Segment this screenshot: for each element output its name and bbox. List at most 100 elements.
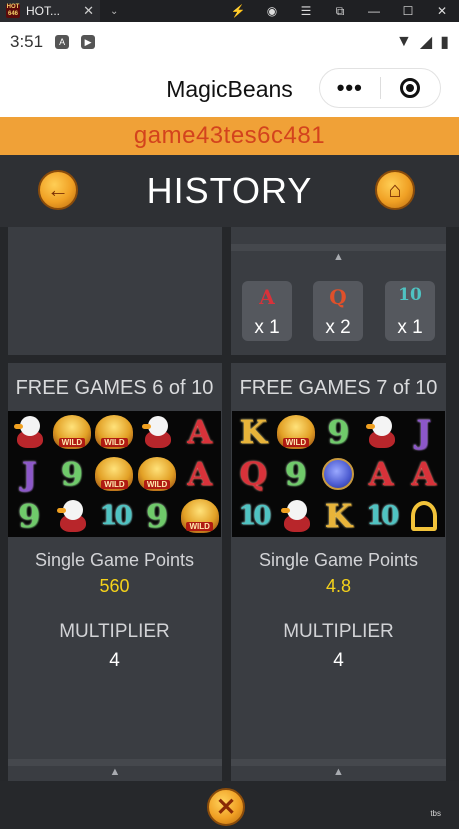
tab-title: HOT... bbox=[26, 4, 61, 18]
browser-tab[interactable]: HOT 646 HOT... ✕ bbox=[0, 0, 100, 22]
golden-goose-icon bbox=[56, 500, 87, 532]
mini-program-capsule: ••• bbox=[319, 68, 441, 108]
wild-label: WILD bbox=[186, 522, 213, 531]
symbol-count-item: Q x 2 bbox=[313, 281, 363, 341]
extension-bolt-icon[interactable]: ⚡ bbox=[221, 0, 255, 22]
home-button[interactable]: ⌂ bbox=[375, 170, 415, 210]
reel-cell bbox=[402, 495, 445, 537]
wild-pot-icon: WILD bbox=[276, 415, 315, 449]
window-close-icon[interactable]: ✕ bbox=[425, 0, 459, 22]
arrow-left-icon: ← bbox=[47, 177, 69, 202]
popout-icon[interactable]: ⧉ bbox=[323, 0, 357, 22]
reel-cell: WILD bbox=[51, 411, 94, 453]
close-button[interactable]: ✕ bbox=[207, 788, 245, 826]
wild-pot-icon: WILD bbox=[180, 499, 219, 533]
wild-pot-icon: WILD bbox=[95, 415, 134, 449]
round-panel: FREE GAMES 6 of 10 WILD WILD A J 9 WILD WILD A 9… bbox=[8, 363, 222, 781]
card-symbol-a: A bbox=[187, 413, 213, 451]
game-id: game43tes6c481 bbox=[133, 122, 326, 149]
golden-harp-icon bbox=[410, 501, 437, 531]
reel-cell: K bbox=[232, 411, 275, 453]
golden-goose-icon bbox=[366, 416, 396, 448]
round-title: FREE GAMES 7 of 10 bbox=[239, 377, 438, 399]
reel-cell: A bbox=[178, 411, 221, 453]
wild-label: WILD bbox=[101, 480, 128, 489]
previous-round-panel-left bbox=[8, 227, 222, 355]
reel-grid: K WILD 9 J Q 9 A A 10 K 10 bbox=[232, 411, 445, 537]
reel-cell: 10 bbox=[360, 495, 403, 537]
multiplier-label: MULTIPLIER bbox=[283, 621, 394, 642]
scroll-up-icon[interactable]: ▲ bbox=[8, 766, 222, 778]
wild-pot-icon: WILD bbox=[95, 457, 134, 491]
symbol-a: A bbox=[259, 285, 275, 309]
home-icon: ⌂ bbox=[388, 177, 402, 202]
multiplier-label: MULTIPLIER bbox=[59, 621, 170, 642]
status-app-icon: A bbox=[55, 35, 70, 49]
scroll-up-icon[interactable]: ▲ bbox=[231, 251, 446, 263]
points-label: Single Game Points bbox=[34, 550, 195, 570]
giant-face-icon bbox=[322, 458, 355, 490]
card-symbol-a: A bbox=[411, 455, 437, 493]
wild-pot-icon: WILD bbox=[52, 415, 91, 449]
app-header: MagicBeans ••• bbox=[0, 62, 459, 117]
multiplier-value: 4 bbox=[333, 650, 344, 671]
app-frame: HOT 646 HOT... ✕ ⌄ ⚡ ◉ ☰ ⧉ — ☐ ✕ 3:51 A … bbox=[0, 0, 459, 829]
reel-cell: 9 bbox=[8, 495, 51, 537]
reel-cell: 10 bbox=[232, 495, 275, 537]
close-miniprogram-button[interactable] bbox=[381, 69, 441, 107]
browser-window-bar: HOT 646 HOT... ✕ ⌄ ⚡ ◉ ☰ ⧉ — ☐ ✕ bbox=[0, 0, 459, 22]
symbol-count-item: 10 x 1 bbox=[385, 281, 435, 341]
tab-list-chevron-icon[interactable]: ⌄ bbox=[110, 6, 118, 17]
card-symbol-q: Q bbox=[239, 455, 268, 493]
scroll-up-icon[interactable]: ▲ bbox=[231, 766, 446, 778]
reel-cell: J bbox=[8, 453, 51, 495]
wild-label: WILD bbox=[101, 438, 128, 447]
card-symbol-10: 10 bbox=[238, 501, 271, 531]
maximize-icon[interactable]: ☐ bbox=[391, 0, 425, 22]
symbol-count-item: A x 1 bbox=[242, 281, 292, 341]
footer-bar: ✕ tbs bbox=[0, 781, 459, 829]
wild-label: WILD bbox=[282, 438, 310, 447]
symbol-q: Q bbox=[329, 285, 347, 309]
target-icon bbox=[400, 78, 421, 98]
card-symbol-9: 9 bbox=[18, 497, 41, 535]
wild-label: WILD bbox=[58, 438, 86, 447]
reel-cell: 9 bbox=[275, 453, 318, 495]
card-symbol-j: J bbox=[416, 413, 432, 451]
page-title: HISTORY bbox=[146, 170, 313, 211]
back-button[interactable]: ← bbox=[38, 170, 78, 210]
column-divider bbox=[222, 227, 231, 781]
reel-cell: 9 bbox=[51, 453, 94, 495]
app-title: MagicBeans bbox=[166, 76, 293, 102]
status-bar: 3:51 A ▶ ▼ ◢ ▮ bbox=[0, 22, 459, 62]
row-divider bbox=[0, 355, 459, 363]
reel-cell bbox=[360, 411, 403, 453]
golden-goose-icon bbox=[14, 416, 44, 448]
card-symbol-a: A bbox=[368, 455, 394, 493]
more-dots-icon: ••• bbox=[336, 75, 363, 100]
reel-cell: 10 bbox=[93, 495, 136, 537]
tab-close-icon[interactable]: ✕ bbox=[83, 3, 94, 19]
menu-icon[interactable]: ☰ bbox=[289, 0, 323, 22]
card-symbol-9: 9 bbox=[284, 455, 308, 493]
symbol-count: x 1 bbox=[397, 317, 423, 338]
minimize-icon[interactable]: — bbox=[357, 0, 391, 22]
card-symbol-9: 9 bbox=[327, 413, 350, 451]
reel-cell: 9 bbox=[317, 411, 360, 453]
left-edge bbox=[0, 227, 8, 781]
reel-cell bbox=[317, 453, 360, 495]
points-value: 560 bbox=[99, 576, 130, 596]
reel-cell bbox=[136, 411, 179, 453]
symbol-10: 10 bbox=[398, 285, 422, 305]
wifi-icon: ▼ bbox=[396, 33, 412, 50]
reel-cell bbox=[8, 411, 51, 453]
wild-pot-icon: WILD bbox=[138, 457, 177, 491]
wild-label: WILD bbox=[143, 480, 171, 489]
more-button[interactable]: ••• bbox=[320, 69, 380, 107]
profile-icon[interactable]: ◉ bbox=[255, 0, 289, 22]
reel-cell: Q bbox=[232, 453, 275, 495]
signal-icon: ◢ bbox=[419, 34, 433, 51]
reel-cell: WILD bbox=[93, 453, 136, 495]
reel-header-strip bbox=[231, 244, 446, 251]
reel-cell: WILD bbox=[178, 495, 221, 537]
